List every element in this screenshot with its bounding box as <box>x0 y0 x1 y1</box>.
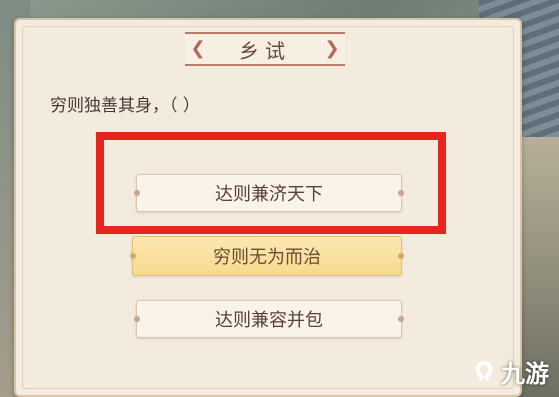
option-right-dot-icon <box>398 190 404 196</box>
banner-right-ornament-icon: ❯ <box>324 38 340 59</box>
option-left-dot-icon <box>134 190 140 196</box>
option-left-dot-icon <box>130 253 136 259</box>
banner-left-ornament-icon: ❮ <box>190 38 206 59</box>
answer-option-label: 穷则无为而治 <box>213 247 321 268</box>
option-right-dot-icon <box>398 253 404 259</box>
option-right-dot-icon <box>398 316 404 322</box>
answer-option-label: 达则兼济天下 <box>215 184 323 205</box>
title-banner: ❮ 乡试 ❯ <box>185 32 345 66</box>
option-left-dot-icon <box>134 316 140 322</box>
answer-option-label: 达则兼容并包 <box>215 310 323 331</box>
answer-option-1[interactable]: 达则兼济天下 <box>134 174 404 212</box>
answer-option-3[interactable]: 达则兼容并包 <box>134 300 404 338</box>
quiz-title: 乡试 <box>239 38 291 63</box>
jiuyou-logo-icon <box>475 360 493 381</box>
question-text: 穷则独善其身，（ ） <box>50 96 200 116</box>
watermark: 九游 <box>471 354 549 389</box>
answer-option-2[interactable]: 穷则无为而治 <box>130 236 404 276</box>
watermark-text: 九游 <box>501 360 549 388</box>
